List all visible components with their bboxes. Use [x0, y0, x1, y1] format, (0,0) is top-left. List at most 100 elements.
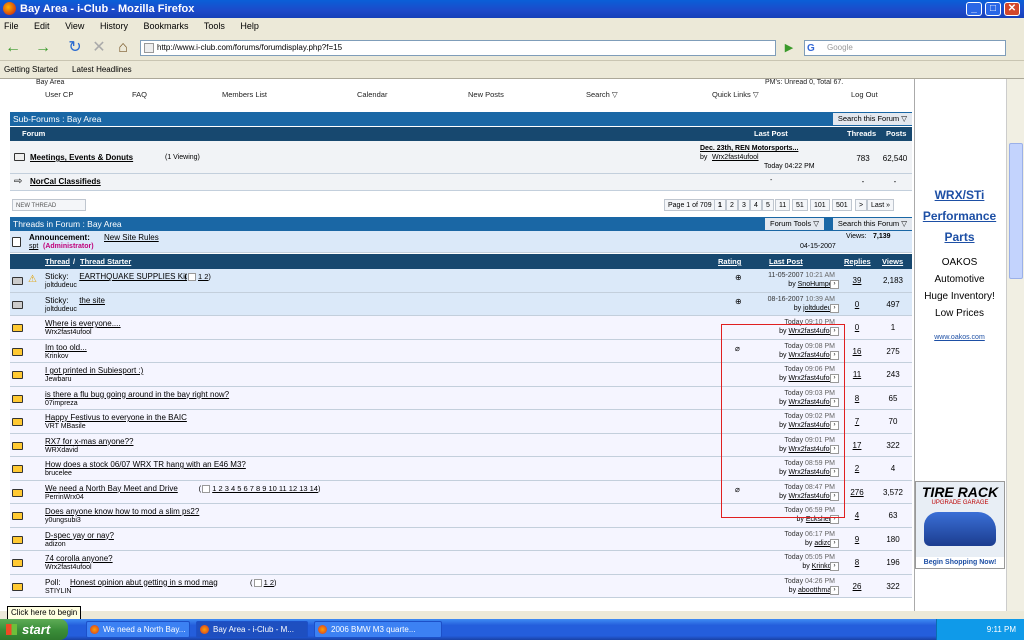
announcement-user[interactable]: spt	[29, 243, 38, 250]
thread-starter[interactable]: brucelee	[45, 470, 72, 477]
thread-row[interactable]: Sticky: the site joltdudeuc ⊕ 08-16-2007 10:…	[10, 292, 912, 316]
subforum-name[interactable]: Meetings, Events & Donuts	[30, 153, 133, 162]
thread-title[interactable]: the site	[79, 296, 105, 305]
thread-title[interactable]: Im too old...	[45, 343, 87, 352]
subforum-row[interactable]: Meetings, Events & Donuts (1 Viewing) De…	[10, 141, 912, 174]
breadcrumb[interactable]: Bay Area	[36, 79, 64, 86]
ad-title[interactable]: WRX/STi Performance Parts	[921, 185, 998, 248]
task-bmw-m3[interactable]: 2006 BMW M3 quarte...	[314, 621, 442, 638]
thread-replies[interactable]: 39	[840, 276, 874, 285]
col-views[interactable]: Views	[882, 254, 903, 269]
thread-replies[interactable]: 9	[840, 535, 874, 544]
nav-log-out[interactable]: Log Out	[851, 90, 878, 99]
close-button[interactable]: ✕	[1004, 2, 1020, 16]
thread-replies[interactable]: 4	[840, 511, 874, 520]
goto-last-post-icon[interactable]: ›	[830, 562, 839, 571]
task-bay-area[interactable]: Bay Area - i-Club - M...	[196, 621, 308, 638]
lastpost-user[interactable]: Wrx2fast4ufool	[712, 154, 759, 161]
search-forum-button[interactable]: Search this Forum ▽	[832, 113, 912, 125]
thread-row[interactable]: 74 corolla anyone? Wrx2fast4ufool Today 05…	[10, 551, 912, 575]
thread-starter[interactable]: PerrinWrx04	[45, 494, 84, 501]
thread-starter[interactable]: Wrx2fast4ufool	[45, 564, 92, 571]
thread-pages[interactable]: ( 1 2)	[184, 272, 211, 282]
thread-title[interactable]: I got printed in Subiesport :)	[45, 366, 143, 375]
page-next[interactable]: >	[855, 199, 868, 211]
back-arrow-icon[interactable]: ←	[4, 39, 22, 57]
col-last-post[interactable]: Last Post	[769, 254, 803, 269]
thread-title[interactable]: Does anyone know how to mod a slim ps2?	[45, 507, 199, 516]
menu-edit[interactable]: Edit	[34, 21, 50, 31]
page-1[interactable]: 1	[714, 199, 726, 211]
lastpost-title[interactable]: Dec. 23th, REN Motorsports...	[700, 145, 798, 152]
scrollbar-thumb[interactable]	[1009, 143, 1023, 279]
maximize-button[interactable]: □	[985, 2, 1001, 16]
nav-new-posts[interactable]: New Posts	[468, 90, 504, 99]
page-11[interactable]: 11	[775, 199, 791, 211]
thread-starter[interactable]: adizon	[45, 541, 66, 548]
page-51[interactable]: 51	[792, 199, 808, 211]
thread-replies[interactable]: 8	[840, 558, 874, 567]
thread-title[interactable]: RX7 for x-mas anyone??	[45, 437, 134, 446]
window-titlebar[interactable]: Bay Area - i-Club - Mozilla Firefox _ □ …	[0, 0, 1024, 18]
thread-title[interactable]: 74 corolla anyone?	[45, 554, 113, 563]
menu-file[interactable]: File	[4, 21, 19, 31]
goto-last-post-icon[interactable]: ›	[830, 538, 839, 548]
page-last[interactable]: Last »	[867, 199, 895, 211]
home-icon[interactable]: ⌂	[114, 39, 132, 57]
stop-icon[interactable]: ✕	[90, 39, 108, 57]
thread-row[interactable]: ⚠ Sticky: EARTHQUAKE SUPPLIES Kit( 1 2) jol…	[10, 269, 912, 293]
nav-user-cp[interactable]: User CP	[45, 90, 73, 99]
thread-starter[interactable]: Wrx2fast4ufool	[45, 329, 92, 336]
col-rating[interactable]: Rating	[718, 254, 741, 269]
reload-icon[interactable]: ↻	[66, 39, 84, 57]
vertical-scrollbar[interactable]	[1006, 79, 1024, 611]
page-2[interactable]: 2	[726, 199, 738, 211]
thread-title[interactable]: D-spec yay or nay?	[45, 531, 114, 540]
menu-bookmarks[interactable]: Bookmarks	[143, 21, 188, 31]
page-501[interactable]: 501	[832, 199, 852, 211]
ad-link[interactable]: www.oakos.com	[915, 334, 1004, 341]
col-replies[interactable]: Replies	[844, 254, 871, 269]
tire-rack-banner[interactable]: TIRE RACK UPGRADE GARAGE Begin Shopping …	[915, 481, 1005, 569]
goto-last-post-icon[interactable]: ›	[830, 280, 839, 289]
menu-history[interactable]: History	[100, 21, 128, 31]
col-thread-starter[interactable]: Thread Starter	[80, 254, 131, 269]
goto-last-post-icon[interactable]: ›	[830, 585, 839, 595]
pm-status[interactable]: PM's: Unread 0, Total 67.	[765, 79, 843, 86]
thread-starter[interactable]: Krinkov	[45, 353, 68, 360]
menu-help[interactable]: Help	[240, 21, 259, 31]
search-input[interactable]: G Google	[804, 40, 1006, 56]
announcement-title[interactable]: New Site Rules	[104, 233, 159, 242]
nav-faq[interactable]: FAQ	[132, 90, 147, 99]
page-101[interactable]: 101	[810, 199, 830, 211]
thread-title[interactable]: is there a flu bug going around in the b…	[45, 390, 229, 399]
thread-replies[interactable]: 17	[840, 441, 874, 450]
thread-starter[interactable]: joltdudeuc	[45, 282, 77, 289]
thread-starter[interactable]: joltdudeuc	[45, 306, 77, 313]
bookmark-getting-started[interactable]: Getting Started	[4, 65, 58, 74]
thread-replies[interactable]: 0	[840, 323, 874, 332]
thread-replies[interactable]: 16	[840, 347, 874, 356]
thread-title[interactable]: Where is everyone....	[45, 319, 121, 328]
nav-search[interactable]: Search ▽	[586, 90, 618, 99]
goto-last-post-icon[interactable]: ›	[830, 303, 839, 313]
col-thread[interactable]: Thread	[45, 254, 70, 269]
url-bar[interactable]: http://www.i-club.com/forums/forumdispla…	[140, 40, 776, 56]
thread-starter[interactable]: Jewbaru	[45, 376, 71, 383]
thread-starter[interactable]: WRXdavid	[45, 447, 78, 454]
forward-arrow-icon[interactable]: →	[34, 39, 52, 57]
thread-replies[interactable]: 8	[840, 394, 874, 403]
thread-replies[interactable]: 0	[840, 300, 874, 309]
thread-title[interactable]: Honest opinion abut getting in s mod mag	[70, 578, 218, 587]
thread-starter[interactable]: STIYLIN	[45, 588, 71, 595]
task-north-bay[interactable]: We need a North Bay...	[86, 621, 190, 638]
nav-calendar[interactable]: Calendar	[357, 90, 387, 99]
go-button[interactable]: ▶	[780, 39, 798, 57]
thread-pages[interactable]: ( 1 2)	[250, 578, 277, 587]
thread-replies[interactable]: 26	[840, 582, 874, 591]
forum-tools-button[interactable]: Forum Tools ▽	[765, 218, 824, 230]
announcement-row[interactable]: Announcement: New Site Rules spt (Admini…	[10, 231, 912, 253]
thread-row[interactable]: D-spec yay or nay? adizon Today 06:17 PM by…	[10, 527, 912, 551]
thread-row[interactable]: Poll: Honest opinion abut getting in s mo…	[10, 574, 912, 598]
page-5[interactable]: 5	[762, 199, 774, 211]
